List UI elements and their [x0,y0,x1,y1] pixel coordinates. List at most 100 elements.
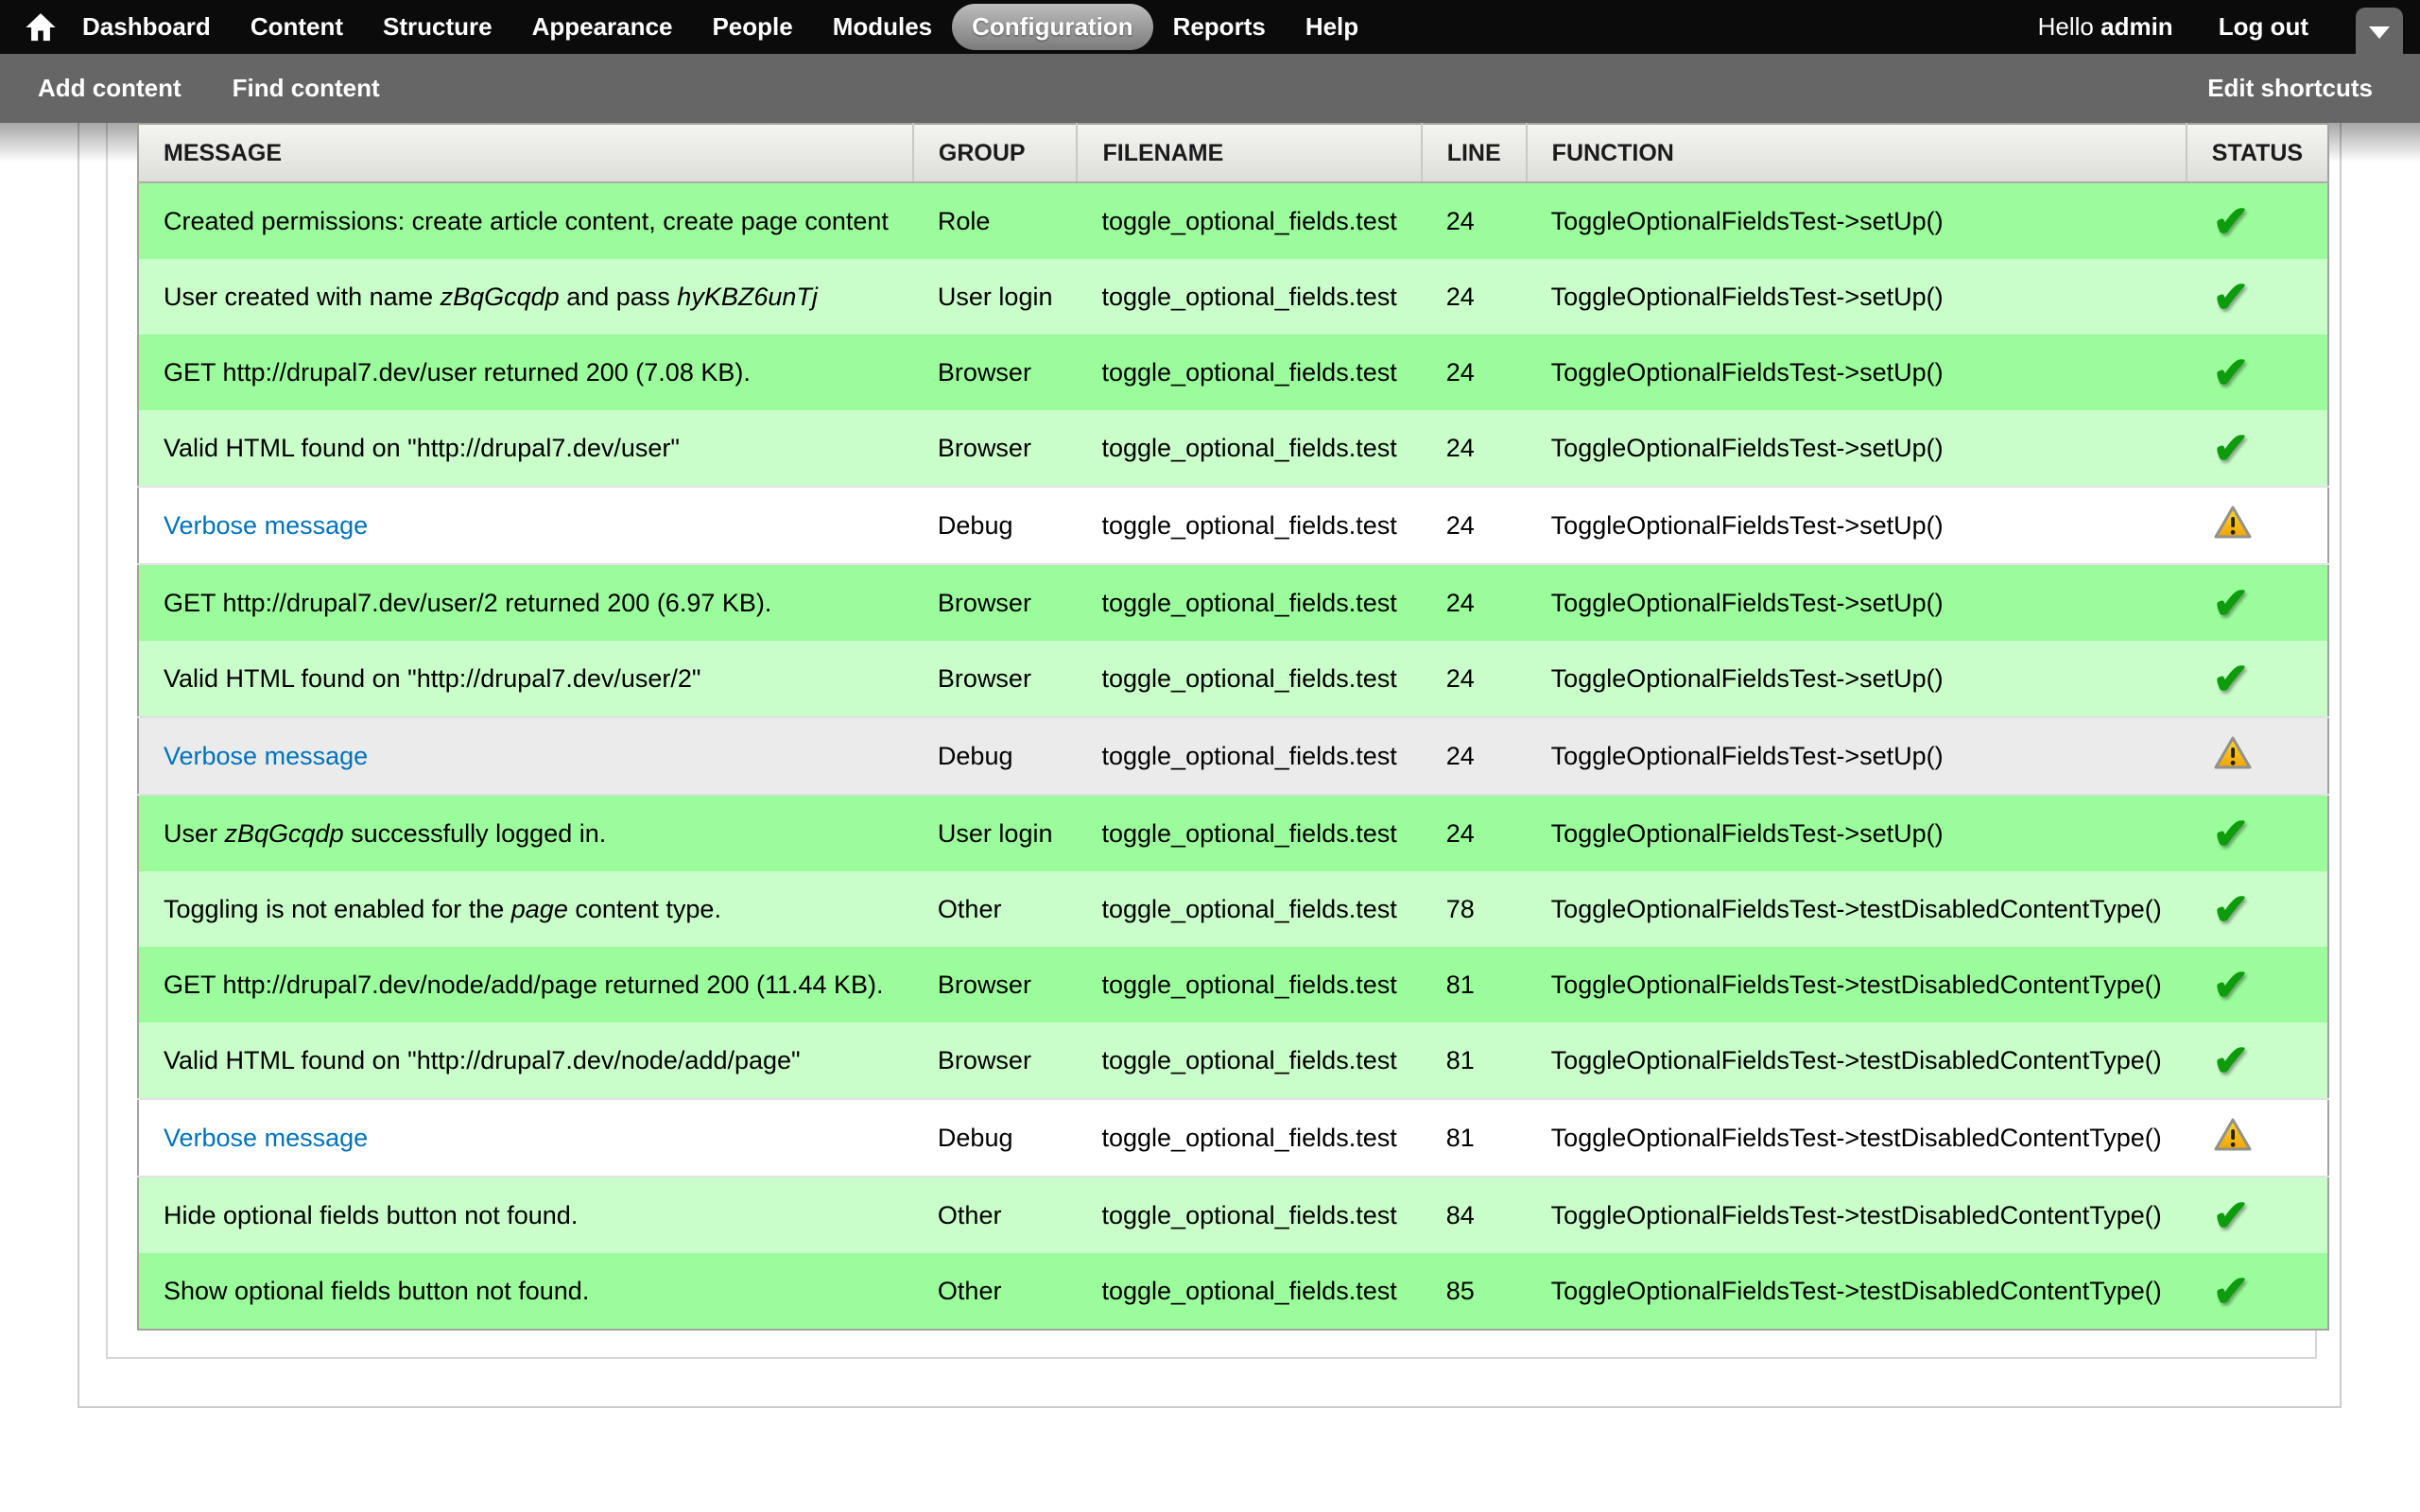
status-cell: ✔ [2187,1177,2328,1253]
group-cell: Browser [913,947,1078,1022]
table-row: Valid HTML found on "http://drupal7.dev/… [138,410,2328,487]
table-row: Toggling is not enabled for the page con… [138,871,2328,947]
menu-item-modules[interactable]: Modules [813,4,952,50]
group-cell: Browser [913,564,1078,641]
menu-item-appearance[interactable]: Appearance [512,4,693,50]
shortcut-link-add-content[interactable]: Add content [38,74,182,103]
col-header-status: STATUS [2187,124,2328,182]
group-cell: Browser [913,410,1078,487]
home-icon[interactable] [25,12,57,43]
function-cell: ToggleOptionalFieldsTest->testDisabledCo… [1527,1177,2187,1253]
col-header-function: FUNCTION [1527,124,2187,182]
table-row: Verbose message Debug toggle_optional_fi… [138,717,2328,795]
menu-item-content[interactable]: Content [231,4,363,50]
group-cell: User login [913,259,1078,335]
filename-cell: toggle_optional_fields.test [1077,335,1421,410]
function-cell: ToggleOptionalFieldsTest->testDisabledCo… [1527,871,2187,947]
verbose-message-link[interactable]: Verbose message [164,1124,368,1152]
table-row: GET http://drupal7.dev/node/add/page ret… [138,947,2328,1022]
menu-item-reports[interactable]: Reports [1153,4,1286,50]
table-row: Verbose message Debug toggle_optional_fi… [138,487,2328,564]
group-cell: Browser [913,335,1078,410]
logout-link[interactable]: Log out [2219,12,2308,42]
line-cell: 81 [1422,1022,1527,1099]
toolbar-toggle-button[interactable] [2356,8,2403,54]
message-cell: GET http://drupal7.dev/user/2 returned 2… [138,564,913,641]
message-cell: User zBqGcqdp successfully logged in. [138,795,913,871]
function-cell: ToggleOptionalFieldsTest->setUp() [1527,487,2187,564]
filename-cell: toggle_optional_fields.test [1077,795,1421,871]
message-cell: Verbose message [138,1099,913,1177]
function-cell: ToggleOptionalFieldsTest->setUp() [1527,335,2187,410]
filename-cell: toggle_optional_fields.test [1077,1099,1421,1177]
line-cell: 78 [1422,871,1527,947]
filename-cell: toggle_optional_fields.test [1077,641,1421,717]
filename-cell: toggle_optional_fields.test [1077,1177,1421,1253]
filename-cell: toggle_optional_fields.test [1077,1253,1421,1330]
verbose-message-link[interactable]: Verbose message [164,742,368,770]
check-icon: ✔ [2213,199,2250,243]
filename-cell: toggle_optional_fields.test [1077,410,1421,487]
message-cell: Valid HTML found on "http://drupal7.dev/… [138,641,913,717]
menu-item-structure[interactable]: Structure [363,4,512,50]
message-cell: Valid HTML found on "http://drupal7.dev/… [138,1022,913,1099]
check-icon: ✔ [2213,426,2250,470]
line-cell: 24 [1422,335,1527,410]
line-cell: 24 [1422,410,1527,487]
menu-item-dashboard[interactable]: Dashboard [62,4,231,50]
function-cell: ToggleOptionalFieldsTest->setUp() [1527,182,2187,259]
table-row: Created permissions: create article cont… [138,182,2328,259]
shortcut-links: Add content Find content [38,74,380,103]
col-header-filename: FILENAME [1077,124,1421,182]
check-icon: ✔ [2213,275,2250,318]
check-icon: ✔ [2213,1269,2250,1313]
menu-item-configuration[interactable]: Configuration [952,4,1152,50]
filename-cell: toggle_optional_fields.test [1077,564,1421,641]
check-icon: ✔ [2213,351,2250,394]
line-cell: 81 [1422,947,1527,1022]
group-cell: Browser [913,641,1078,717]
table-body: Created permissions: create article cont… [138,182,2328,1330]
shortcut-link-find-content[interactable]: Find content [233,74,380,103]
chevron-down-icon [2369,26,2390,39]
col-header-group: GROUP [913,124,1078,182]
table-row: Show optional fields button not found. O… [138,1253,2328,1330]
group-cell: Role [913,182,1078,259]
group-cell: User login [913,795,1078,871]
group-cell: Other [913,1253,1078,1330]
group-cell: Debug [913,1099,1078,1177]
admin-toolbar: DashboardContentStructureAppearancePeopl… [0,0,2420,54]
message-cell: GET http://drupal7.dev/node/add/page ret… [138,947,913,1022]
line-cell: 81 [1422,1099,1527,1177]
menu-item-people[interactable]: People [692,4,812,50]
line-cell: 24 [1422,259,1527,335]
function-cell: ToggleOptionalFieldsTest->setUp() [1527,564,2187,641]
check-icon: ✔ [2213,963,2250,1006]
status-cell [2187,1099,2328,1177]
group-cell: Other [913,1177,1078,1253]
function-cell: ToggleOptionalFieldsTest->setUp() [1527,259,2187,335]
function-cell: ToggleOptionalFieldsTest->setUp() [1527,641,2187,717]
filename-cell: toggle_optional_fields.test [1077,259,1421,335]
warning-icon [2213,1117,2253,1153]
filename-cell: toggle_optional_fields.test [1077,1022,1421,1099]
message-cell: GET http://drupal7.dev/user returned 200… [138,335,913,410]
line-cell: 84 [1422,1177,1527,1253]
status-cell: ✔ [2187,1022,2328,1099]
table-row: User created with name zBqGcqdp and pass… [138,259,2328,335]
message-cell: Show optional fields button not found. [138,1253,913,1330]
line-cell: 24 [1422,641,1527,717]
menu-item-help[interactable]: Help [1286,4,1378,50]
verbose-message-link[interactable]: Verbose message [164,511,368,540]
status-cell: ✔ [2187,795,2328,871]
message-cell: Verbose message [138,717,913,795]
function-cell: ToggleOptionalFieldsTest->testDisabledCo… [1527,1099,2187,1177]
table-row: GET http://drupal7.dev/user/2 returned 2… [138,564,2328,641]
edit-shortcuts-link[interactable]: Edit shortcuts [2207,74,2373,103]
col-header-message: MESSAGE [138,124,913,182]
line-cell: 24 [1422,564,1527,641]
table-row: User zBqGcqdp successfully logged in. Us… [138,795,2328,871]
message-cell: Valid HTML found on "http://drupal7.dev/… [138,410,913,487]
status-cell: ✔ [2187,182,2328,259]
message-cell: Hide optional fields button not found. [138,1177,913,1253]
